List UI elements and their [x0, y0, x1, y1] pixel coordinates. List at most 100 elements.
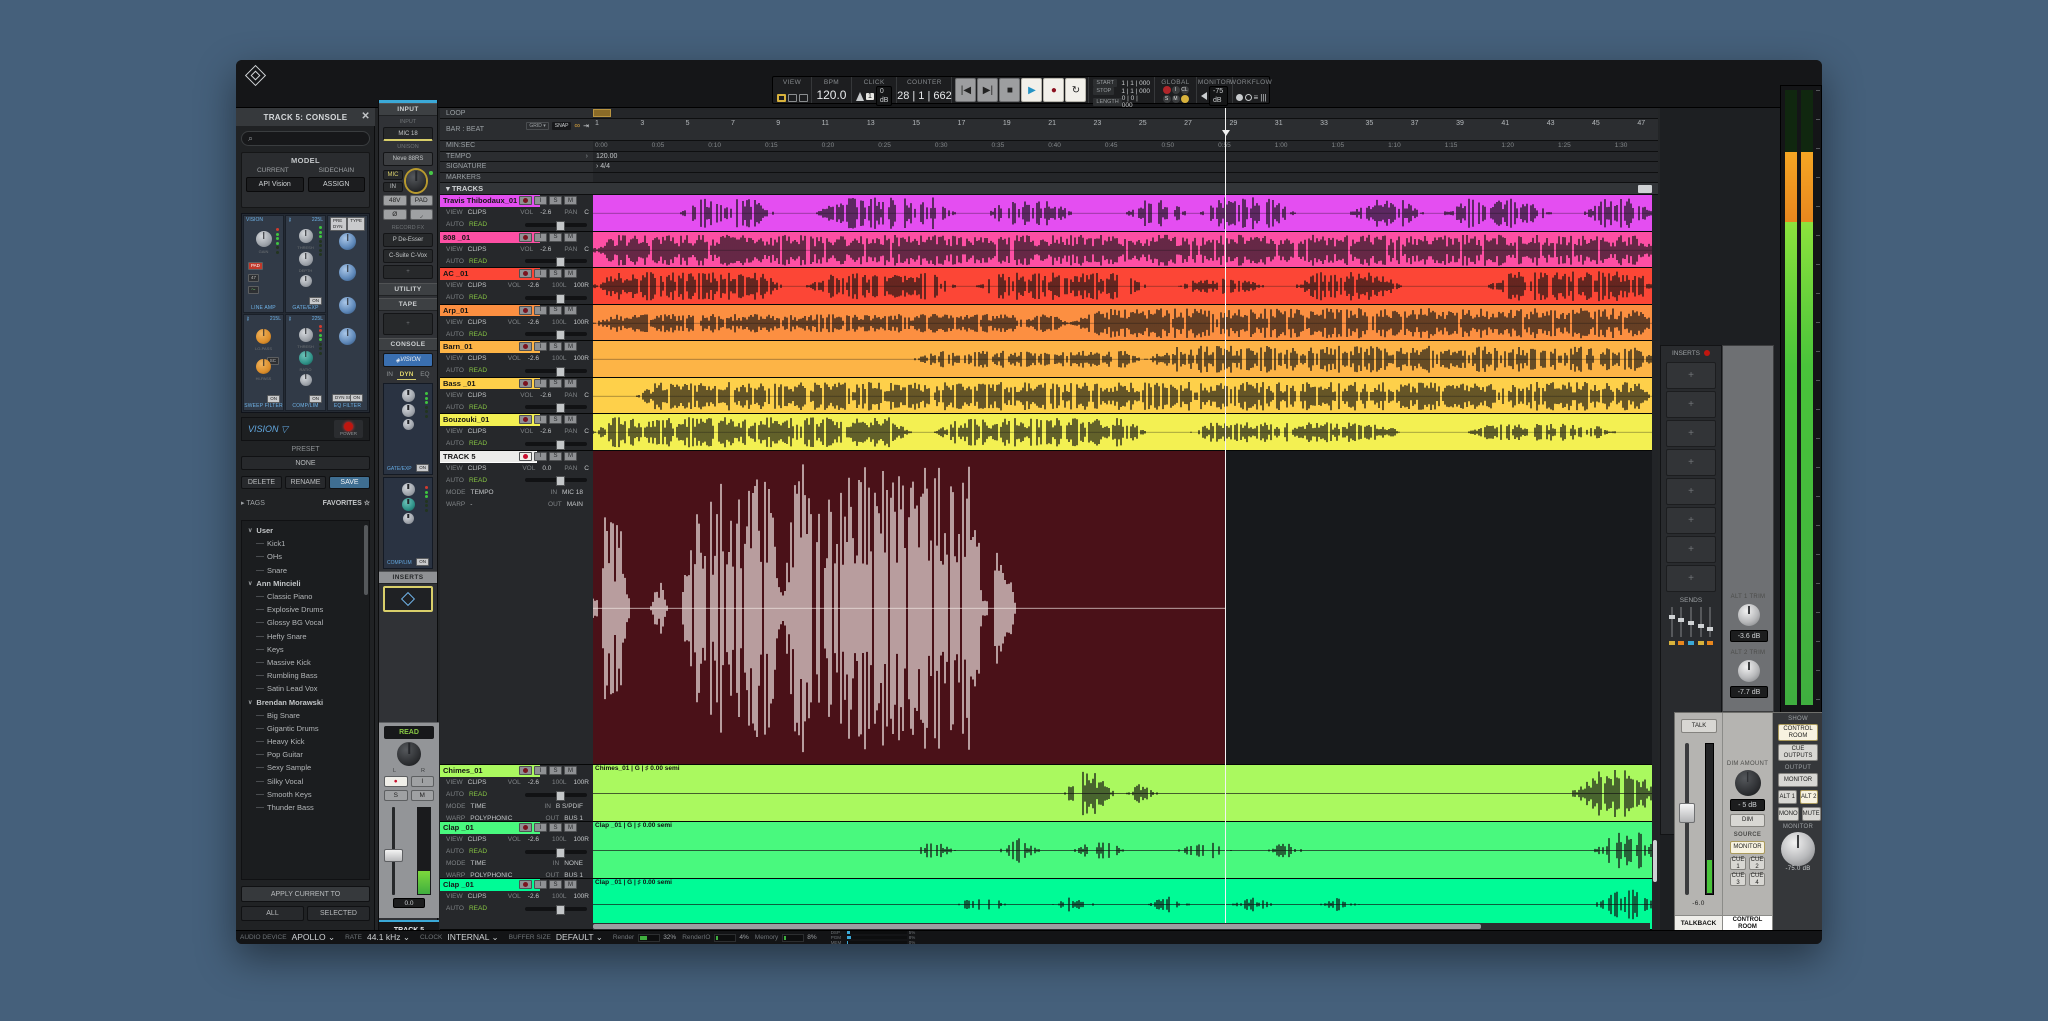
forward-button[interactable]: ▶|: [977, 78, 998, 102]
type-button[interactable]: TYPE: [347, 217, 365, 231]
track-record-arm[interactable]: [519, 379, 532, 388]
global-chip[interactable]: CL: [1181, 86, 1189, 94]
track-header[interactable]: Arp_01ISMVIEWCLIPSVOL-2.6100L100RAUTOREA…: [440, 305, 593, 342]
link-icon[interactable]: ∞: [574, 121, 580, 130]
ruler-row-tempo[interactable]: TEMPO›: [440, 152, 593, 163]
status-value-dropdown[interactable]: APOLLO ⌄: [292, 932, 336, 943]
master-insert-slot[interactable]: +: [1666, 478, 1716, 505]
volume-slider[interactable]: [525, 793, 587, 797]
rename-button[interactable]: RENAME: [285, 476, 326, 489]
input-select[interactable]: MIC 18: [383, 127, 433, 141]
track-solo-button[interactable]: S: [549, 880, 562, 889]
volume-slider[interactable]: [525, 850, 587, 854]
stop-button[interactable]: ■: [999, 78, 1020, 102]
send-fader[interactable]: [1688, 607, 1694, 649]
auto-value[interactable]: READ: [469, 258, 487, 265]
ruler-lane-3[interactable]: 120.00: [593, 152, 1658, 163]
console-tab-eq[interactable]: EQ: [417, 370, 432, 380]
cue-button[interactable]: CUE 3: [1730, 873, 1746, 886]
horizontal-scrollbar[interactable]: [593, 923, 1650, 930]
timeline[interactable]: 1357911131517192123252729313335373941434…: [593, 108, 1658, 930]
show-control-room-button[interactable]: CONTROL ROOM: [1778, 724, 1818, 741]
tree-group[interactable]: ∨User: [242, 524, 369, 537]
audio-clip[interactable]: Clap _01 | G | ♯ 0.00 semi: [593, 879, 1658, 929]
dim-button[interactable]: DIM: [1730, 814, 1765, 827]
volume-slider[interactable]: [525, 296, 587, 300]
master-insert-slot[interactable]: +: [1666, 420, 1716, 447]
master-insert-slot[interactable]: +: [1666, 449, 1716, 476]
record-fx-add-slot[interactable]: +: [383, 265, 433, 279]
audio-clip[interactable]: [593, 195, 1658, 231]
track-lane[interactable]: [593, 378, 1658, 415]
record-fx-slot-1[interactable]: P De-Esser: [383, 233, 433, 247]
source-monitor-button[interactable]: MONITOR: [1730, 841, 1765, 854]
global-chip[interactable]: M: [1172, 95, 1180, 103]
auto-value[interactable]: READ: [469, 791, 487, 798]
pre-dyn-button[interactable]: PRE DYN: [330, 217, 347, 231]
track-solo-button[interactable]: S: [549, 342, 562, 351]
track-solo-button[interactable]: S: [549, 766, 562, 775]
cue-button[interactable]: CUE 1: [1730, 857, 1746, 870]
ruler-lane-2[interactable]: 0:000:050:100:150:200:250:300:350:400:45…: [593, 141, 1658, 152]
master-insert-slot[interactable]: +: [1666, 536, 1716, 563]
track-header[interactable]: TRACK 5ISMVIEWCLIPSVOL0.0PANCAUTOREADMOD…: [440, 451, 593, 766]
monitor-db[interactable]: -75 dB: [1209, 86, 1228, 106]
search-input[interactable]: ⌕: [241, 131, 370, 146]
preset-item[interactable]: Massive Kick: [242, 656, 369, 669]
cue-button[interactable]: CUE 2: [1749, 857, 1765, 870]
track-mute-button[interactable]: M: [564, 379, 577, 388]
gain-knob[interactable]: [406, 170, 426, 192]
track-record-arm[interactable]: [519, 766, 532, 775]
track-mute-button[interactable]: M: [564, 766, 577, 775]
input-monitor-button[interactable]: I: [411, 776, 435, 787]
audio-clip[interactable]: Chimes_01 | G | ♯ 0.00 semi: [593, 765, 1658, 821]
counter-value[interactable]: 28 | 1 | 662: [897, 90, 952, 102]
volume-slider[interactable]: [525, 442, 587, 446]
preset-value-dropdown[interactable]: NONE: [241, 456, 370, 470]
view-value[interactable]: CLIPS: [468, 392, 487, 399]
tags-toggle[interactable]: ▸ TAGS: [241, 499, 265, 507]
auto-value[interactable]: READ: [469, 294, 487, 301]
track-solo-button[interactable]: S: [549, 269, 562, 278]
solo-button[interactable]: S: [384, 790, 408, 801]
preset-item[interactable]: Sexy Sample: [242, 761, 369, 774]
gate-on-button[interactable]: ON: [309, 297, 322, 305]
track-mute-button[interactable]: M: [564, 342, 577, 351]
ruler-lane-1[interactable]: 1357911131517192123252729313335373941434…: [593, 119, 1658, 141]
eq-filter-module[interactable]: PRE DYNTYPE DYN SC ON EQ FILTER: [327, 215, 368, 411]
preset-item[interactable]: Explosive Drums: [242, 603, 369, 616]
vol-pan-values[interactable]: VOL-2.6100L100R: [502, 779, 589, 786]
track-record-arm[interactable]: [519, 306, 532, 315]
save-button[interactable]: SAVE: [329, 476, 370, 489]
playhead[interactable]: [1225, 108, 1226, 930]
ruler-row-signature[interactable]: SIGNATURE: [440, 162, 593, 173]
send-fader[interactable]: [1669, 607, 1675, 649]
track-lane[interactable]: [593, 305, 1658, 342]
track-solo-button[interactable]: S: [549, 196, 562, 205]
cue-button[interactable]: CUE 4: [1749, 873, 1765, 886]
track-lane[interactable]: [593, 195, 1658, 232]
track-record-arm[interactable]: [519, 342, 532, 351]
vision-strip-button[interactable]: ◈ VISION: [383, 353, 433, 367]
master-insert-slot[interactable]: +: [1666, 507, 1716, 534]
line-button[interactable]: 47: [248, 274, 259, 282]
vol-pan-values[interactable]: VOL-2.6PANC: [514, 246, 589, 253]
in-button[interactable]: IN: [383, 182, 403, 192]
send-fader[interactable]: [1707, 607, 1713, 649]
audio-clip[interactable]: [593, 378, 1658, 414]
click-db[interactable]: 0 dB: [876, 86, 893, 106]
volume-slider[interactable]: [525, 478, 587, 482]
track-solo-button[interactable]: S: [549, 415, 562, 424]
audio-clip[interactable]: [593, 305, 1658, 341]
volume-slider[interactable]: [525, 907, 587, 911]
ruler-lane-4[interactable]: › 4/4: [593, 162, 1658, 173]
preset-item[interactable]: Big Snare: [242, 709, 369, 722]
volume-slider[interactable]: [525, 259, 587, 263]
audio-clip[interactable]: [593, 414, 1658, 450]
comp-on-button[interactable]: ON: [309, 395, 322, 403]
stop-value[interactable]: 1 | 1 | 000: [1121, 88, 1150, 95]
send-fader[interactable]: [1698, 607, 1704, 649]
track-header[interactable]: Travis Thibodaux_01ISMVIEWCLIPSVOL-2.6PA…: [440, 195, 593, 232]
mute-button[interactable]: MUTE: [1802, 807, 1821, 821]
track-header[interactable]: Bouzouki_01ISMVIEWCLIPSVOL-2.6PANCAUTORE…: [440, 414, 593, 451]
